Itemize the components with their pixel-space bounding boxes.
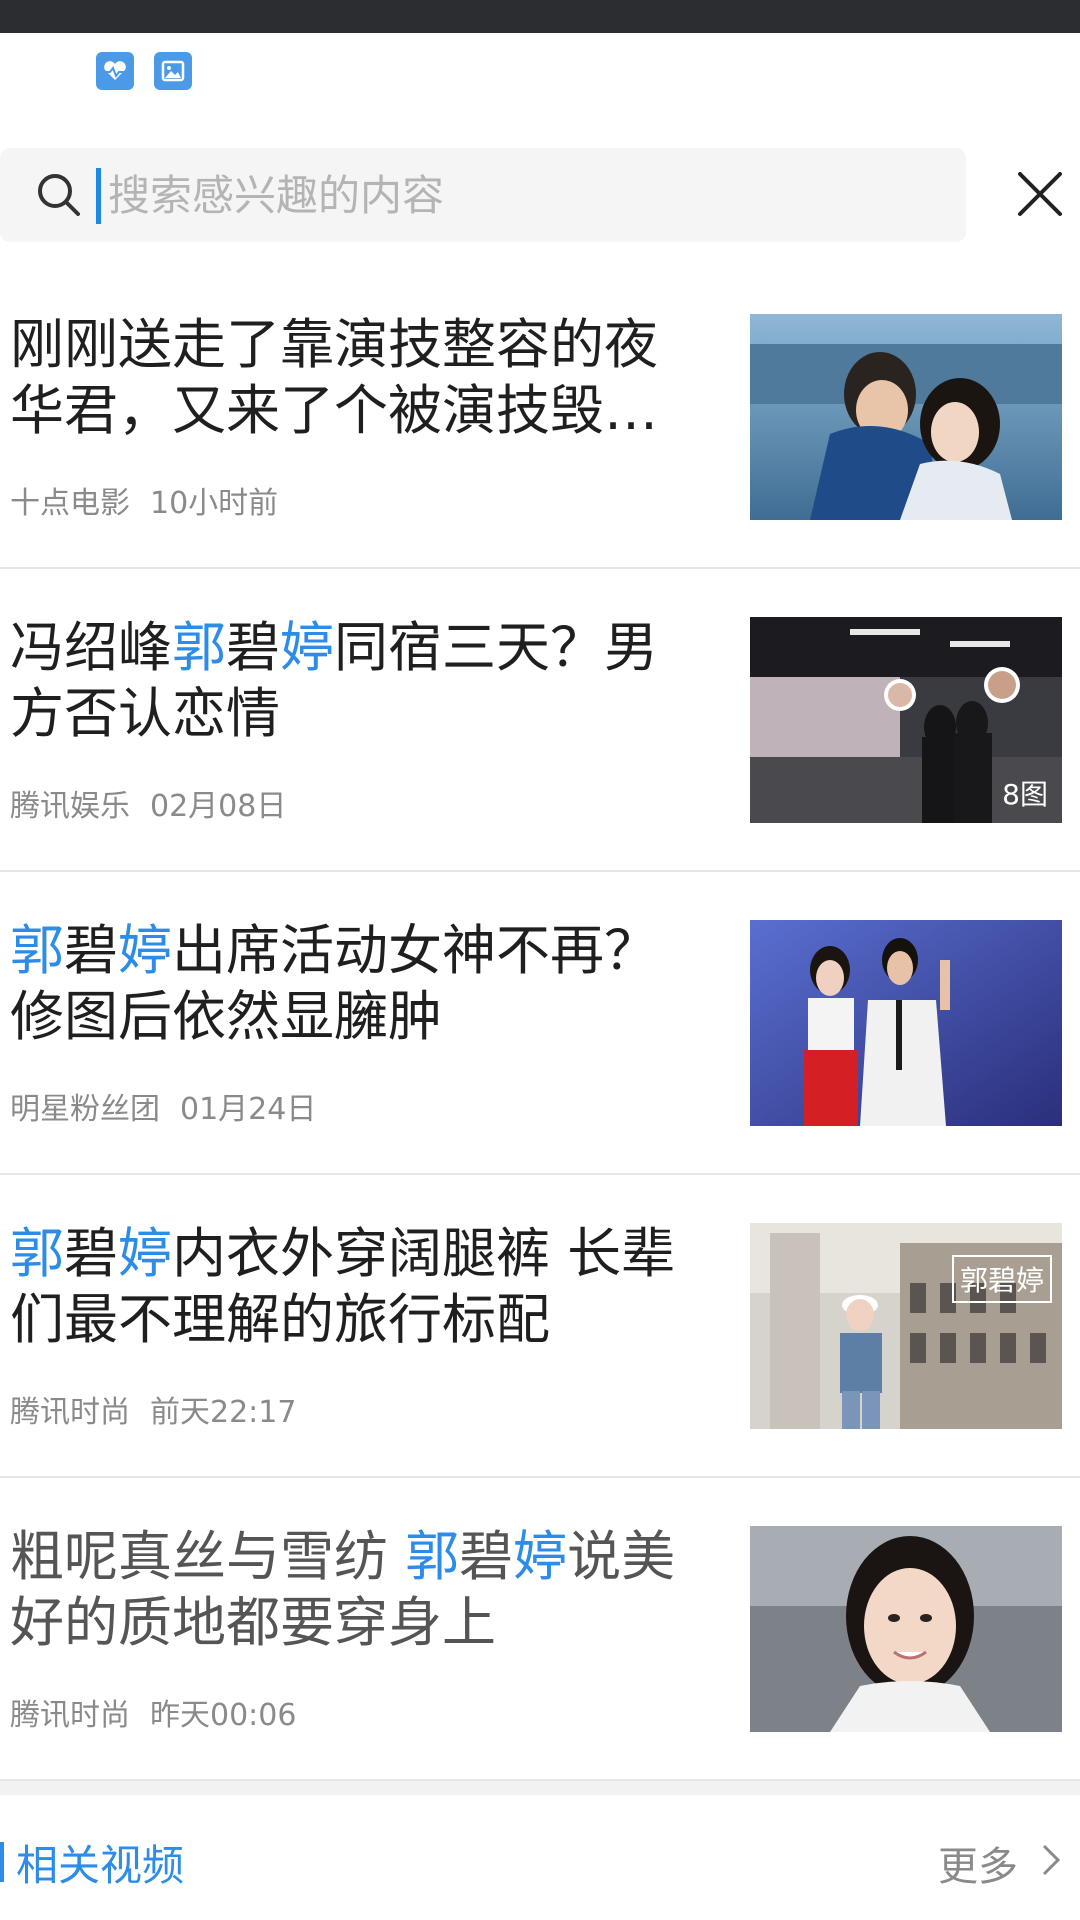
news-item[interactable]: 粗呢真丝与雪纺 郭碧婷说美好的质地都要穿身上 腾讯时尚 昨天00:06 xyxy=(0,1478,1080,1781)
health-icon xyxy=(96,52,134,90)
image-count-badge: 8图 xyxy=(1002,778,1048,811)
news-thumbnail xyxy=(750,920,1062,1126)
highlighted-keyword: 婷 xyxy=(118,1222,172,1285)
news-meta: 明星粉丝团 01月24日 xyxy=(10,1084,316,1128)
more-link[interactable]: 更多 xyxy=(938,1834,1018,1892)
news-item[interactable]: 刚刚送走了靠演技整容的夜华君，又来了个被演技毁容的 十点电影 10小时前 xyxy=(0,266,1080,569)
status-bar xyxy=(0,0,1080,33)
close-icon[interactable] xyxy=(1012,166,1068,222)
highlighted-keyword: 郭 xyxy=(10,919,64,982)
related-videos-header: 相关视频 更多 xyxy=(0,1808,1080,1912)
text-cursor xyxy=(96,168,101,224)
news-time: 10小时前 xyxy=(150,486,279,521)
title-text: 粗呢真丝与雪纺 xyxy=(10,1525,406,1588)
related-videos-title: 相关视频 xyxy=(16,1841,185,1890)
search-input[interactable] xyxy=(106,166,926,226)
search-icon xyxy=(38,174,80,216)
notification-icons xyxy=(96,52,192,90)
title-text: 碧 xyxy=(226,616,280,679)
news-item[interactable]: 郭碧婷出席活动女神不再？修图后依然显臃肿 明星粉丝团 01月24日 xyxy=(0,872,1080,1175)
highlighted-keyword: 郭 xyxy=(172,616,226,679)
news-meta: 腾讯时尚 昨天00:06 xyxy=(10,1690,296,1734)
section-marker xyxy=(0,1842,4,1882)
news-source: 腾讯娱乐 xyxy=(10,789,130,824)
news-time: 昨天00:06 xyxy=(150,1698,297,1733)
news-meta: 腾讯娱乐 02月08日 xyxy=(10,781,286,825)
title-text: 冯绍峰 xyxy=(10,616,172,679)
news-title: 郭碧婷出席活动女神不再？修图后依然显臃肿 xyxy=(10,918,700,1050)
news-thumbnail xyxy=(750,314,1062,520)
highlighted-keyword: 婷 xyxy=(118,919,172,982)
news-source: 腾讯时尚 xyxy=(10,1698,130,1733)
news-time: 01月24日 xyxy=(180,1092,317,1127)
news-source: 十点电影 xyxy=(10,486,130,521)
news-thumbnail: 郭碧婷 xyxy=(750,1223,1062,1429)
highlighted-keyword: 婷 xyxy=(513,1525,568,1588)
chevron-right-icon[interactable] xyxy=(1036,1840,1066,1880)
section-divider xyxy=(0,1781,1080,1795)
news-thumbnail: 8图 xyxy=(750,617,1062,823)
title-text: 碧 xyxy=(64,1222,118,1285)
news-source: 明星粉丝团 xyxy=(10,1092,160,1127)
news-meta: 十点电影 10小时前 xyxy=(10,478,278,522)
news-item[interactable]: 冯绍峰郭碧婷同宿三天？男方否认恋情 腾讯娱乐 02月08日 8图 xyxy=(0,569,1080,872)
news-item[interactable]: 郭碧婷内衣外穿阔腿裤 长辈们最不理解的旅行标配 腾讯时尚 前天22:17 郭碧婷 xyxy=(0,1175,1080,1478)
news-title: 郭碧婷内衣外穿阔腿裤 长辈们最不理解的旅行标配 xyxy=(10,1221,700,1353)
news-source: 腾讯时尚 xyxy=(10,1395,130,1430)
news-time: 02月08日 xyxy=(150,789,287,824)
thumbnail-watermark: 郭碧婷 xyxy=(951,1255,1052,1303)
highlighted-keyword: 郭 xyxy=(10,1222,64,1285)
highlighted-keyword: 郭 xyxy=(405,1525,460,1588)
search-bar xyxy=(0,148,1080,242)
news-title: 粗呢真丝与雪纺 郭碧婷说美好的质地都要穿身上 xyxy=(10,1524,700,1656)
news-meta: 腾讯时尚 前天22:17 xyxy=(10,1387,296,1431)
news-thumbnail xyxy=(750,1526,1062,1732)
search-box[interactable] xyxy=(0,148,966,242)
highlighted-keyword: 婷 xyxy=(280,616,334,679)
news-list: 刚刚送走了靠演技整容的夜华君，又来了个被演技毁容的 十点电影 10小时前 xyxy=(0,266,1080,1781)
title-text: 碧 xyxy=(459,1525,514,1588)
news-title: 冯绍峰郭碧婷同宿三天？男方否认恋情 xyxy=(10,615,700,747)
news-title: 刚刚送走了靠演技整容的夜华君，又来了个被演技毁容的 xyxy=(10,312,700,444)
news-time: 前天22:17 xyxy=(150,1395,297,1430)
image-icon xyxy=(154,52,192,90)
title-text: 碧 xyxy=(64,919,118,982)
title-text: 刚刚送走了靠演技整容的夜华君，又来了个被演技毁容的 xyxy=(10,313,658,442)
